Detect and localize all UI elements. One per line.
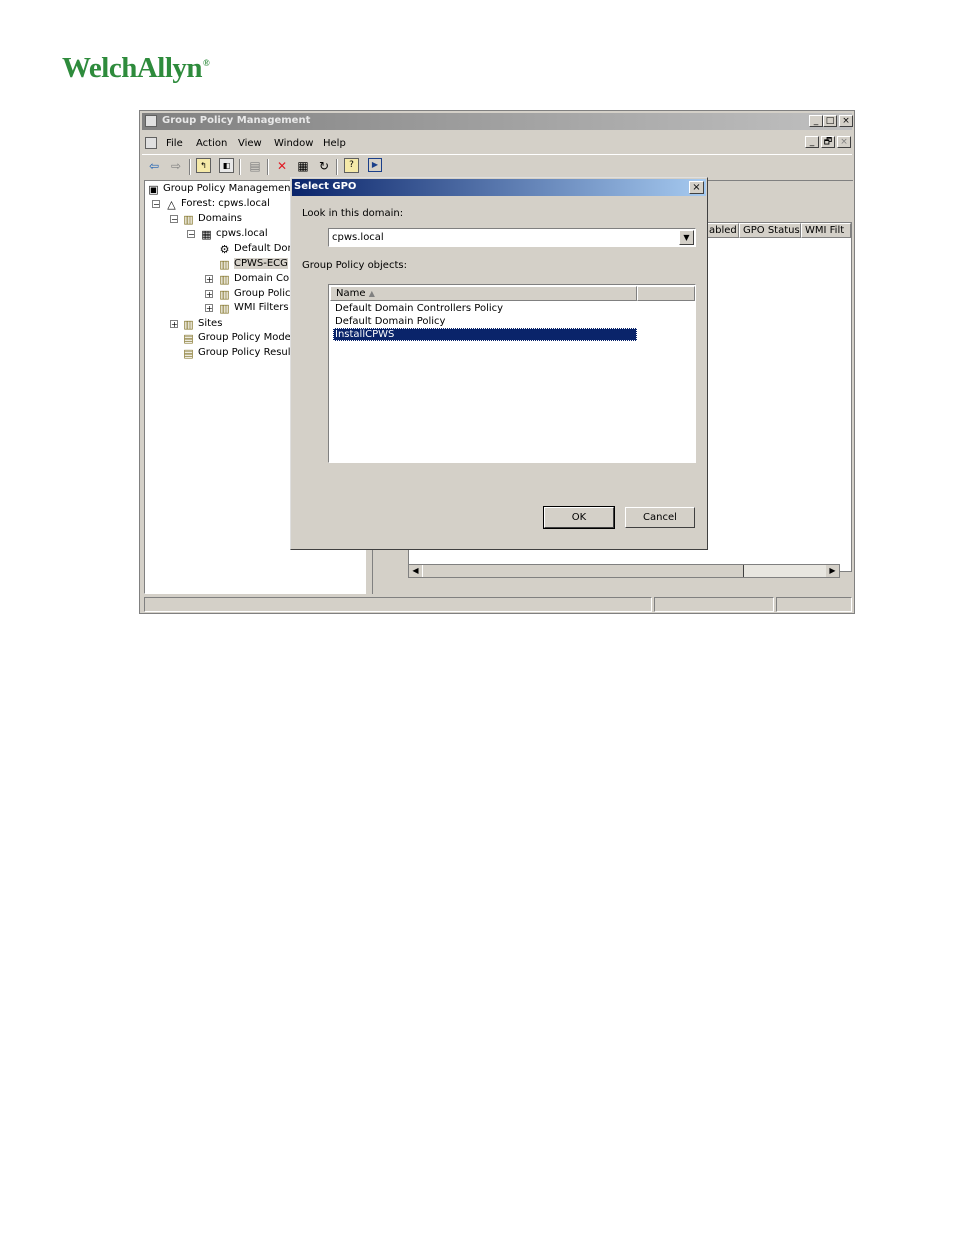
select-gpo-dialog: Select GPO × Look in this domain: cpws.l… — [290, 177, 708, 550]
tree-node-cpws-ecg[interactable]: ▥ CPWS-ECG — [218, 258, 288, 271]
forest-icon: △ — [167, 198, 176, 211]
tree-collapse-domains[interactable]: − — [170, 215, 178, 224]
tree-expand-wmi-filters[interactable]: + — [205, 304, 213, 313]
tree-collapse-forest[interactable]: − — [152, 200, 160, 209]
up-folder-icon[interactable]: ↰ — [196, 158, 211, 173]
back-arrow-icon[interactable]: ⇦ — [146, 158, 162, 174]
results-icon: ▤ — [183, 347, 194, 360]
maximize-button[interactable]: □ — [823, 115, 837, 127]
horizontal-scrollbar[interactable]: ◀ ▶ — [408, 564, 840, 578]
menu-bar: File Action View Window Help _ 🗗 × — [142, 133, 852, 153]
domain-select[interactable]: cpws.local ▼ — [328, 228, 696, 247]
dialog-title: Select GPO — [294, 181, 357, 192]
column-header-enabled[interactable]: abled — [705, 223, 739, 238]
tree-node-gp-results[interactable]: ▤ Group Policy Results — [182, 347, 299, 360]
gpo-list-item[interactable]: Default Domain Policy — [333, 315, 445, 328]
help-icon[interactable]: ? — [344, 158, 359, 173]
tree-node-forest[interactable]: △ Forest: cpws.local — [165, 198, 270, 211]
close-button[interactable]: × — [839, 115, 853, 127]
look-in-domain-label: Look in this domain: — [302, 208, 404, 219]
tree-node-domains[interactable]: ▥ Domains — [182, 213, 242, 226]
refresh-icon[interactable]: ↻ — [316, 158, 332, 174]
gpo-link-icon: ⚙ — [219, 243, 230, 256]
menu-window[interactable]: Window — [274, 138, 313, 149]
console-view-icon[interactable]: ▶ — [368, 158, 382, 172]
gpo-list-item[interactable]: Default Domain Controllers Policy — [333, 302, 503, 315]
toolbar-separator — [336, 159, 338, 175]
scroll-left-icon[interactable]: ◀ — [409, 565, 422, 577]
gpo-folder-icon: ▥ — [219, 288, 230, 301]
show-hide-tree-icon[interactable]: ◧ — [219, 158, 234, 173]
dialog-titlebar[interactable]: Select GPO × — [292, 179, 706, 196]
child-restore-button[interactable]: 🗗 — [821, 136, 835, 148]
wmi-folder-icon: ▥ — [219, 302, 230, 315]
column-header-wmi-filter[interactable]: WMI Filt — [801, 223, 851, 238]
tree-expand-group-policy-objects[interactable]: + — [205, 290, 213, 299]
tree-collapse-domain[interactable]: − — [187, 230, 195, 239]
tree-node-group-policy-objects[interactable]: ▥ Group Policy — [218, 288, 296, 301]
menu-view[interactable]: View — [238, 138, 262, 149]
console-icon — [145, 137, 157, 149]
delete-icon[interactable]: ✕ — [274, 158, 290, 174]
minimize-button[interactable]: _ — [809, 115, 823, 127]
tree-node-domain-controllers[interactable]: ▥ Domain Con — [218, 273, 295, 286]
tree-node-root[interactable]: ▣ Group Policy Management — [147, 183, 294, 196]
scrollbar-thumb[interactable] — [422, 565, 744, 577]
child-close-button[interactable]: × — [837, 136, 851, 148]
toolbar: ⇦ ⇨ ↰ ◧ ▤ ✕ ▦ ↻ ? ▶ — [142, 154, 852, 177]
toolbar-separator — [189, 159, 191, 175]
tree-expand-domain-controllers[interactable]: + — [205, 275, 213, 284]
tree-node-wmi-filters[interactable]: ▥ WMI Filters — [218, 302, 288, 315]
forward-arrow-icon[interactable]: ⇨ — [168, 158, 184, 174]
tree-node-gp-modeling[interactable]: ▤ Group Policy Modelir — [182, 332, 300, 345]
window-titlebar[interactable]: Group Policy Management _ □ × — [142, 113, 853, 130]
welch-allyn-logo: WelchAllyn® — [62, 52, 210, 84]
gpo-list[interactable]: Name ▲ Default Domain Controllers Policy… — [328, 284, 696, 463]
gpo-list-label: Group Policy objects: — [302, 260, 407, 271]
tree-node-sites[interactable]: ▥ Sites — [182, 318, 222, 331]
status-bar — [142, 597, 852, 613]
status-cell-main — [144, 597, 652, 612]
modeling-icon: ▤ — [183, 332, 194, 345]
menu-help[interactable]: Help — [323, 138, 346, 149]
status-cell-3 — [776, 597, 852, 612]
domain-select-value: cpws.local — [332, 232, 384, 243]
toolbar-separator — [267, 159, 269, 175]
tree-expand-sites[interactable]: + — [170, 320, 178, 329]
ou-folder-icon: ▥ — [219, 273, 230, 286]
domain-icon: ▦ — [201, 228, 212, 241]
column-header-extra[interactable] — [637, 286, 695, 301]
menu-action[interactable]: Action — [196, 138, 227, 149]
column-header-gpo-status[interactable]: GPO Status — [739, 223, 801, 238]
dialog-close-icon[interactable]: × — [689, 181, 704, 194]
ok-button[interactable]: OK — [543, 506, 615, 529]
copy-icon[interactable]: ▤ — [247, 158, 263, 174]
child-minimize-button[interactable]: _ — [805, 136, 819, 148]
status-cell-2 — [654, 597, 774, 612]
chevron-down-icon[interactable]: ▼ — [679, 230, 694, 245]
cancel-button[interactable]: Cancel — [625, 507, 695, 528]
properties-icon[interactable]: ▦ — [295, 158, 311, 174]
scroll-right-icon[interactable]: ▶ — [826, 565, 839, 577]
sites-folder-icon: ▥ — [183, 318, 194, 331]
column-header-name[interactable]: Name ▲ — [330, 286, 637, 301]
gpmc-app-icon — [145, 115, 157, 127]
window-title: Group Policy Management — [162, 115, 311, 126]
gpo-list-item-selected[interactable]: InstallCPWS — [333, 328, 637, 341]
tree-node-default-domain-policy[interactable]: ⚙ Default Dom — [218, 243, 298, 256]
toolbar-separator — [239, 159, 241, 175]
tree-node-cpws-local[interactable]: ▦ cpws.local — [200, 228, 267, 241]
ou-folder-icon: ▥ — [219, 258, 230, 271]
menu-file[interactable]: File — [166, 138, 183, 149]
gpmc-root-icon: ▣ — [148, 183, 159, 196]
domains-folder-icon: ▥ — [183, 213, 194, 226]
sort-ascending-icon: ▲ — [368, 289, 375, 298]
